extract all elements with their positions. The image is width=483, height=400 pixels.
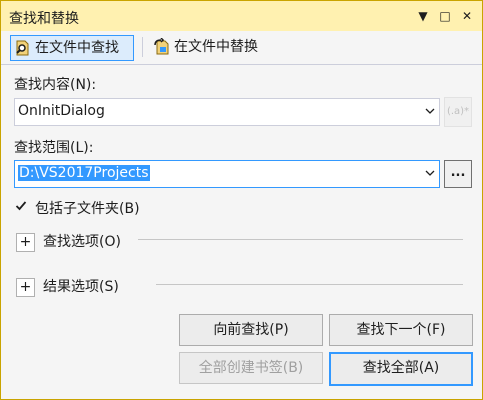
close-icon[interactable]: ✕ [458,7,476,25]
tab-label: 在文件中替换 [174,39,258,55]
tab-find-in-files[interactable]: 在文件中查找 [10,35,134,61]
find-next-button[interactable]: 查找下一个(F) [329,314,473,346]
find-what-label: 查找内容(N): [14,77,97,93]
find-in-files-icon [16,40,29,56]
window-position-dropdown-icon[interactable]: ▼ [414,7,432,25]
find-what-combobox[interactable]: OnInitDialog [14,98,440,126]
toolbar-separator [142,37,143,57]
look-in-combobox[interactable]: D:\VS2017Projects [14,160,440,188]
find-what-input[interactable]: OnInitDialog [18,103,105,119]
tab-replace-in-files[interactable]: 在文件中替换 [150,35,280,59]
selected-text: D:\VS2017Projects [18,165,150,181]
find-options-divider [138,239,463,240]
tab-label: 在文件中查找 [35,40,119,56]
result-options-expander[interactable]: + [16,278,35,297]
find-replace-window: 查找和替换 ▼ □ ✕ 在文件中查找 在文件中替换 查找内容(N): OnIni… [0,0,483,400]
bookmark-all-button[interactable]: 全部创建书签(B) [179,352,323,384]
replace-in-files-icon [154,38,169,55]
mode-toolbar: 在文件中查找 在文件中替换 [1,32,482,65]
chevron-down-icon[interactable] [425,168,435,178]
find-options-label[interactable]: 查找选项(O) [43,231,121,251]
find-previous-button[interactable]: 向前查找(P) [179,314,323,346]
include-subfolders-label: 包括子文件夹(B) [35,201,140,217]
chevron-down-icon[interactable] [425,106,435,116]
title-bar[interactable]: 查找和替换 ▼ □ ✕ [1,1,482,31]
regex-builder-button[interactable]: (.a)* [444,97,472,127]
include-subfolders-checkbox[interactable] [15,200,27,212]
look-in-input[interactable]: D:\VS2017Projects [18,165,150,181]
result-options-divider [156,284,463,285]
find-all-button[interactable]: 查找全部(A) [329,352,473,386]
result-options-label[interactable]: 结果选项(S) [43,276,119,296]
window-title: 查找和替换 [9,11,79,27]
maximize-icon[interactable]: □ [436,7,454,25]
find-options-expander[interactable]: + [16,233,35,252]
browse-button[interactable]: ... [444,160,472,188]
look-in-label: 查找范围(L): [14,140,94,156]
